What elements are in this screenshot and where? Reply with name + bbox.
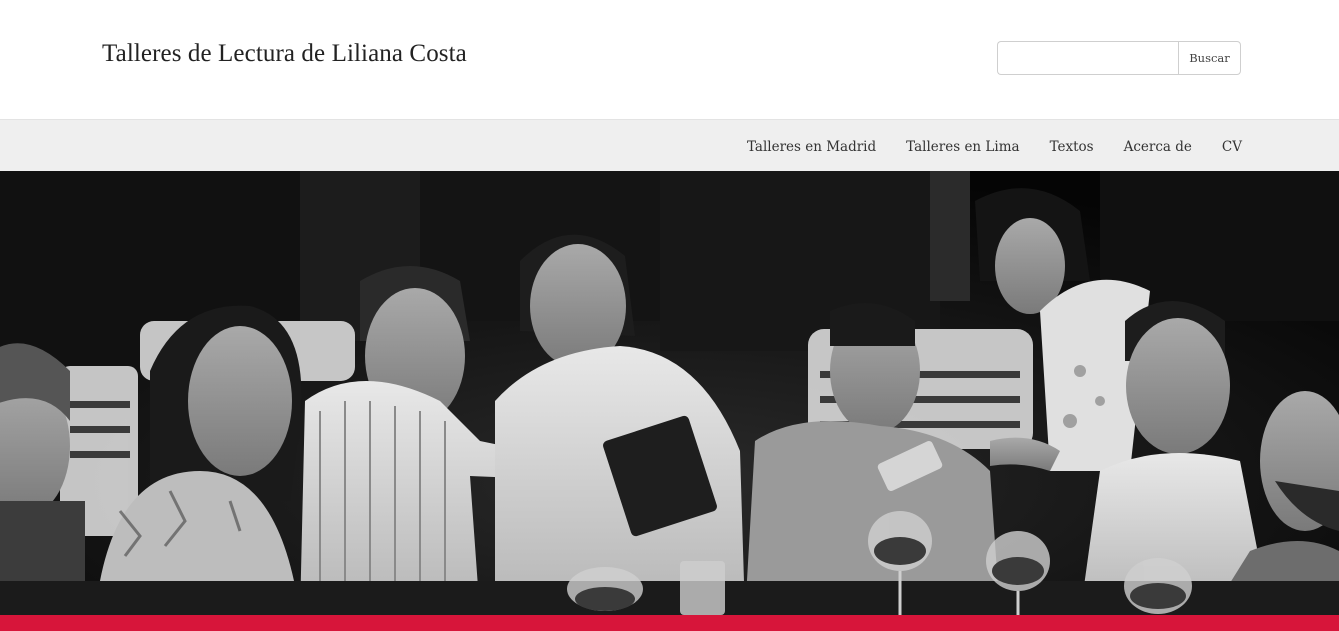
nav-item-talleres-madrid: Talleres en Madrid [747, 136, 876, 155]
nav-link-textos[interactable]: Textos [1050, 139, 1094, 155]
main-navigation: Talleres en Madrid Talleres en Lima Text… [0, 119, 1339, 171]
search-button[interactable]: Buscar [1178, 41, 1241, 75]
search-form: Buscar [997, 41, 1241, 75]
site-title[interactable]: Talleres de Lectura de Liliana Costa [102, 40, 467, 68]
nav-item-talleres-lima: Talleres en Lima [906, 136, 1019, 155]
nav-link-talleres-madrid[interactable]: Talleres en Madrid [747, 139, 876, 155]
search-input[interactable] [997, 41, 1178, 75]
nav-item-textos: Textos [1050, 136, 1094, 155]
nav-link-talleres-lima[interactable]: Talleres en Lima [906, 139, 1019, 155]
nav-menu: Talleres en Madrid Talleres en Lima Text… [717, 120, 1242, 171]
accent-bar [0, 615, 1339, 631]
hero-image [0, 171, 1339, 615]
reading-group-photo [0, 171, 1339, 615]
nav-link-cv[interactable]: CV [1222, 139, 1242, 155]
site-header: Talleres de Lectura de Liliana Costa Bus… [0, 0, 1339, 119]
nav-link-acerca-de[interactable]: Acerca de [1124, 139, 1192, 155]
nav-item-acerca-de: Acerca de [1124, 136, 1192, 155]
nav-item-cv: CV [1222, 136, 1242, 155]
